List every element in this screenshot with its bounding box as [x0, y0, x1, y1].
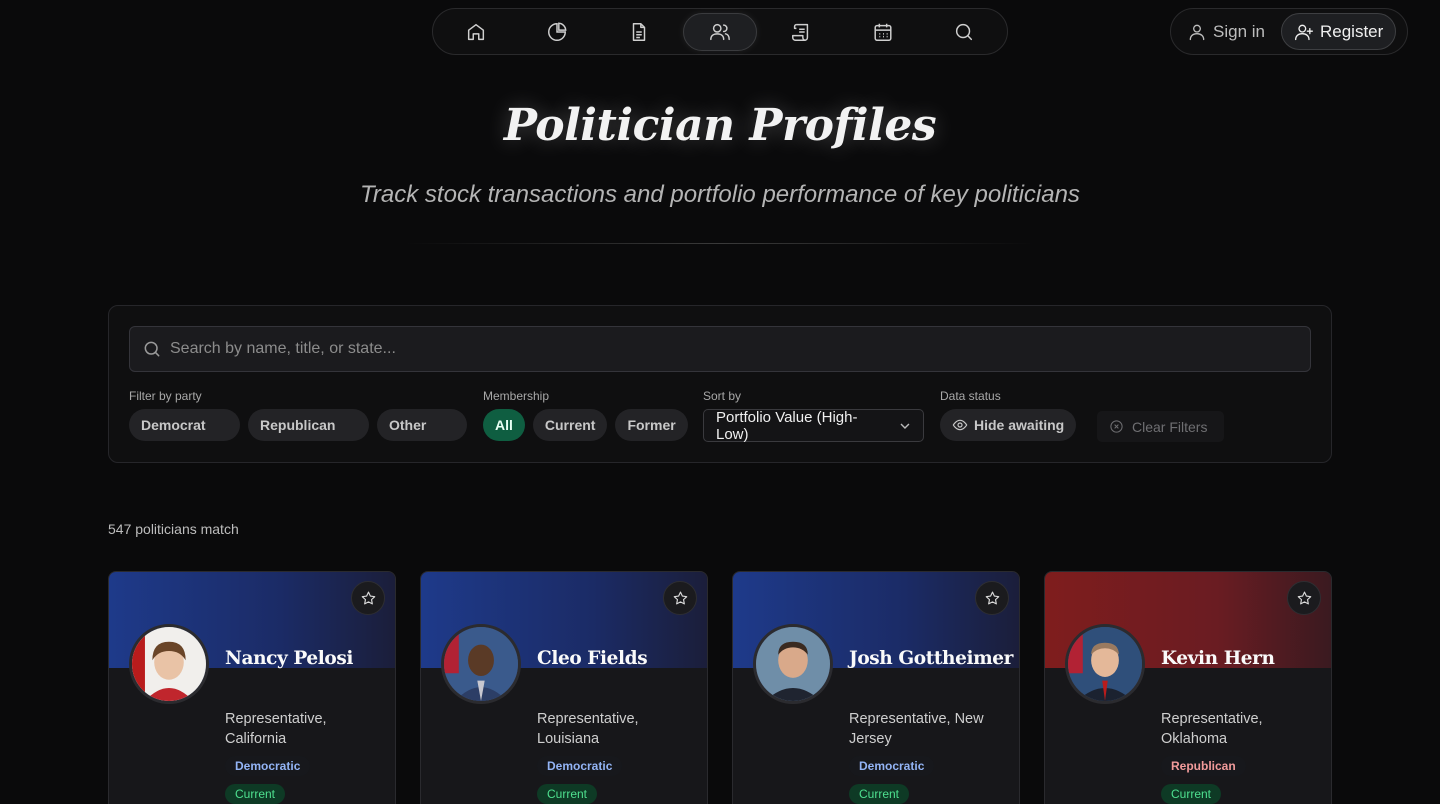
politician-name: Kevin Hern — [1161, 648, 1275, 669]
hide-awaiting-label: Hide awaiting — [974, 417, 1065, 433]
users-icon — [710, 23, 730, 40]
nav-documents[interactable] — [602, 13, 675, 51]
avatar — [441, 624, 521, 704]
sort-control: Sort by Portfolio Value (High-Low) — [703, 389, 924, 443]
membership-all-chip[interactable]: All — [483, 409, 525, 441]
register-label: Register — [1319, 21, 1384, 41]
nav-portfolio[interactable] — [520, 13, 593, 51]
nav-calendar[interactable] — [846, 13, 919, 51]
politician-role: Representative, New Jersey — [849, 711, 984, 747]
politician-card[interactable]: Nancy Pelosi Representative, California … — [108, 571, 396, 804]
avatar — [753, 624, 833, 704]
document-icon — [632, 22, 645, 41]
register-button[interactable]: Register — [1280, 13, 1397, 50]
nav-bills[interactable] — [765, 13, 838, 51]
divider — [405, 243, 1035, 244]
politician-name: Cleo Fields — [537, 648, 648, 669]
status-badge: Current — [537, 784, 598, 804]
sort-select[interactable]: Portfolio Value (High-Low) — [703, 408, 924, 443]
nav-search[interactable] — [928, 13, 1001, 51]
home-icon — [467, 23, 484, 40]
membership-current-chip[interactable]: Current — [532, 409, 608, 441]
party-badge: Democratic — [225, 756, 311, 776]
favorite-button[interactable] — [1287, 581, 1321, 615]
search-input[interactable] — [170, 340, 1310, 358]
favorite-button[interactable] — [663, 581, 697, 615]
party-democrat-chip[interactable]: Democrat — [129, 409, 240, 441]
results-count: 547 politicians match — [108, 521, 239, 537]
hide-awaiting-toggle[interactable]: Hide awaiting — [940, 409, 1077, 441]
search-box — [129, 326, 1311, 372]
politician-name: Nancy Pelosi — [225, 648, 353, 669]
calendar-icon — [874, 23, 892, 41]
data-status-filter: Data status Hide awaiting — [940, 389, 1077, 441]
politician-card[interactable]: Josh Gottheimer Representative, New Jers… — [732, 571, 1020, 804]
party-badge: Democratic — [849, 756, 935, 776]
sign-in-label: Sign in — [1213, 21, 1265, 41]
sign-in-button[interactable]: Sign in — [1175, 13, 1277, 50]
star-icon — [361, 591, 375, 604]
user-icon — [1189, 24, 1205, 40]
data-status-label: Data status — [940, 389, 1001, 403]
nav-politicians[interactable] — [683, 12, 757, 51]
star-icon — [985, 591, 999, 604]
scroll-icon — [792, 23, 809, 41]
avatar — [1065, 624, 1145, 704]
favorite-button[interactable] — [351, 581, 385, 615]
status-badge: Current — [849, 784, 910, 804]
eye-icon — [952, 419, 968, 431]
clear-filters-label: Clear Filters — [1132, 418, 1208, 435]
filters-panel: Filter by party Democrat Republican Othe… — [108, 305, 1332, 463]
politician-name: Josh Gottheimer — [849, 648, 1013, 669]
politician-card[interactable]: Kevin Hern Representative, Oklahoma Repu… — [1044, 571, 1332, 804]
page-title: Politician Profiles — [503, 100, 937, 151]
party-republican-chip[interactable]: Republican — [248, 409, 369, 441]
membership-filter-label: Membership — [483, 389, 550, 403]
party-filter: Filter by party Democrat Republican Othe… — [129, 389, 467, 441]
party-badge: Democratic — [537, 756, 623, 776]
star-icon — [673, 591, 687, 604]
politician-card[interactable]: Cleo Fields Representative, Louisiana De… — [420, 571, 708, 804]
search-icon — [956, 23, 973, 40]
pie-chart-icon — [548, 22, 567, 41]
membership-filter: Membership All Current Former — [483, 389, 688, 441]
favorite-button[interactable] — [975, 581, 1009, 615]
user-plus-icon — [1294, 24, 1313, 40]
x-circle-icon — [1110, 420, 1123, 433]
status-badge: Current — [225, 784, 286, 804]
status-badge: Current — [1161, 784, 1222, 804]
politician-role: Representative, California — [225, 711, 327, 747]
sort-label: Sort by — [703, 389, 742, 403]
sort-value: Portfolio Value (High-Low) — [716, 408, 858, 443]
party-other-chip[interactable]: Other — [377, 409, 467, 441]
page-subtitle: Track stock transactions and portfolio p… — [360, 181, 1080, 208]
star-icon — [1297, 591, 1311, 604]
membership-former-chip[interactable]: Former — [615, 409, 688, 441]
main-nav — [432, 8, 1008, 55]
party-filter-label: Filter by party — [129, 389, 202, 403]
clear-filters-button[interactable]: Clear Filters — [1097, 411, 1224, 442]
search-icon — [144, 341, 160, 357]
chevron-down-icon — [900, 423, 910, 429]
nav-home[interactable] — [439, 13, 512, 51]
party-badge: Republican — [1161, 756, 1246, 776]
avatar — [129, 624, 209, 704]
auth-group: Sign in Register — [1170, 8, 1408, 55]
politician-role: Representative, Oklahoma — [1161, 711, 1263, 747]
politician-role: Representative, Louisiana — [537, 711, 639, 747]
